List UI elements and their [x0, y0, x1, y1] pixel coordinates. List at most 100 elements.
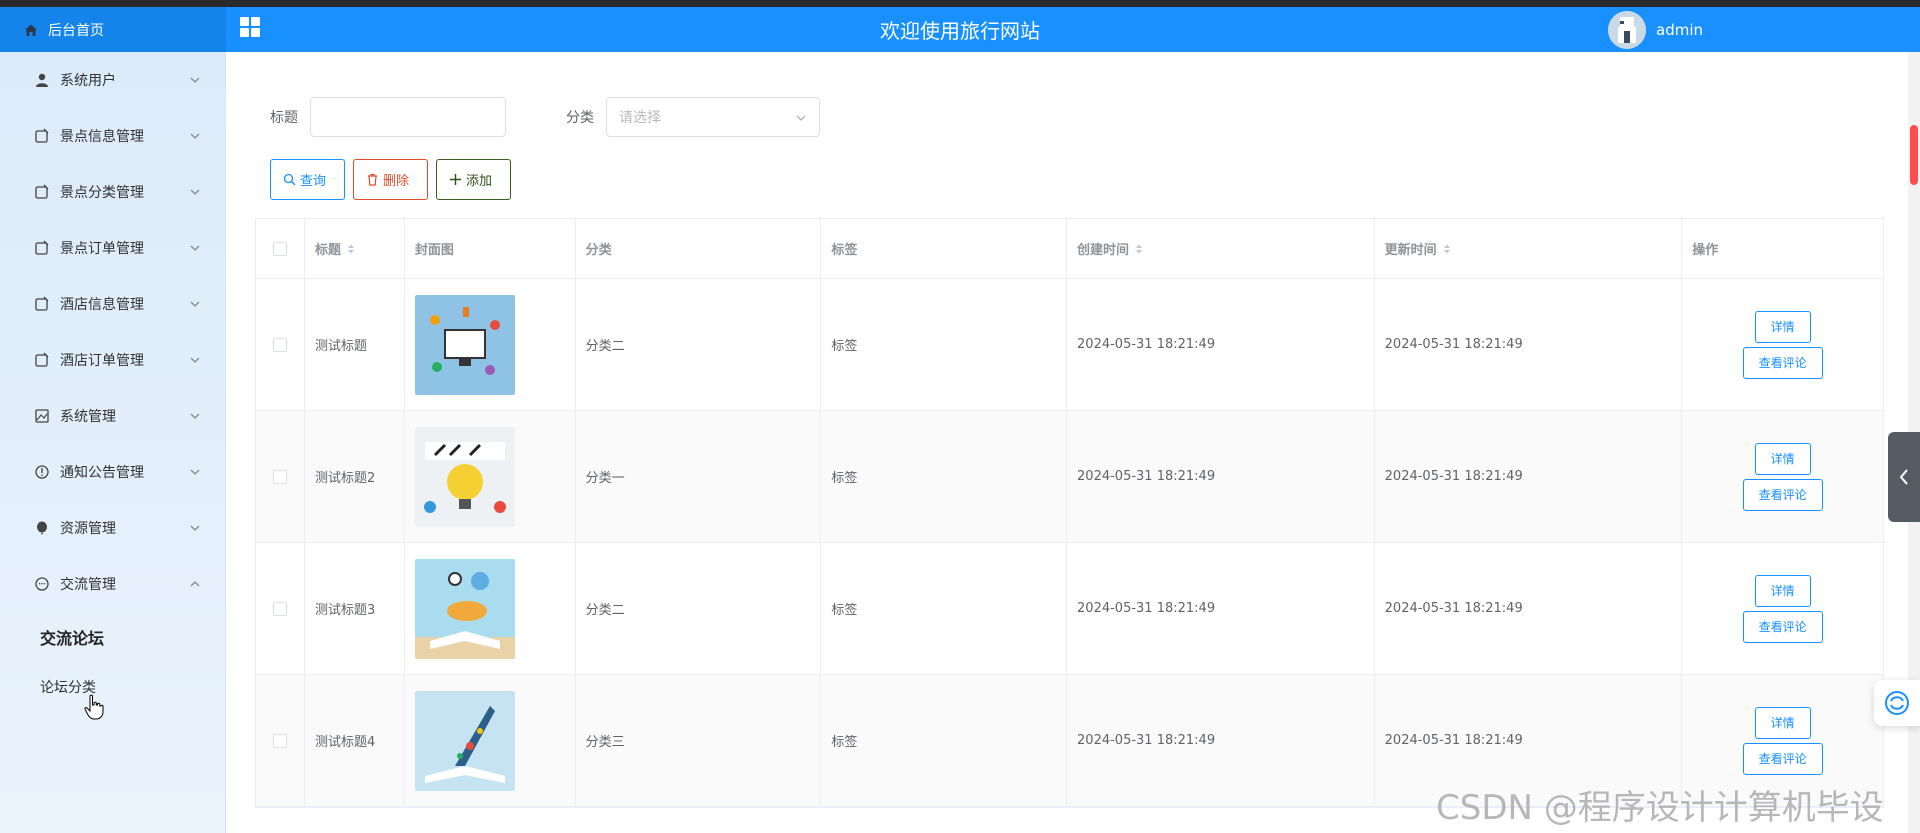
user-menu[interactable]: admin	[1608, 7, 1703, 52]
cell-title: 测试标题4	[305, 675, 405, 806]
header-updated[interactable]: 更新时间	[1375, 219, 1683, 278]
cover-image-icon[interactable]	[414, 294, 515, 395]
cell-tag: 标签	[821, 279, 1068, 410]
sidebar-item-label: 资源管理	[60, 521, 116, 537]
chevron-up-icon	[190, 581, 200, 587]
sidebar-item-hotel-info[interactable]: 酒店信息管理	[0, 276, 225, 332]
row-checkbox-cell	[256, 411, 305, 542]
view-comments-button[interactable]: 查看评论	[1742, 478, 1823, 511]
search-icon	[283, 173, 296, 186]
detail-button[interactable]: 详情	[1754, 442, 1811, 475]
query-button[interactable]: 查询	[270, 159, 345, 200]
side-panel-toggle[interactable]	[1888, 432, 1920, 522]
header-checkbox-cell	[256, 219, 305, 278]
sidebar-item-system-users[interactable]: 系统用户	[0, 52, 225, 108]
cell-category: 分类三	[576, 675, 822, 806]
header-label: 创建时间	[1077, 243, 1130, 258]
balloon-icon	[37, 521, 47, 535]
chevron-down-icon	[190, 245, 200, 251]
delete-button[interactable]: 删除	[353, 159, 428, 200]
cover-image-icon[interactable]	[414, 690, 515, 791]
view-comments-button[interactable]: 查看评论	[1742, 346, 1823, 379]
sort-icon[interactable]	[1443, 243, 1451, 255]
row-checkbox[interactable]	[272, 733, 287, 748]
header-label: 标题	[314, 243, 341, 258]
sidebar-item-label: 通知公告管理	[60, 465, 144, 481]
sidebar-item-resource-management[interactable]: 资源管理	[0, 500, 225, 556]
watermark: CSDN @程序设计计算机毕设	[1436, 788, 1884, 828]
cell-cover	[405, 279, 576, 410]
collapse-menu-icon[interactable]	[238, 15, 262, 39]
sidebar-item-hotel-orders[interactable]: 酒店订单管理	[0, 332, 225, 388]
cover-image-icon[interactable]	[414, 558, 515, 659]
row-checkbox[interactable]	[272, 601, 287, 616]
header-label: 分类	[585, 243, 612, 258]
sidebar-item-scenic-orders[interactable]: 景点订单管理	[0, 220, 225, 276]
chat-icon	[35, 577, 49, 591]
row-checkbox[interactable]	[272, 469, 287, 484]
cover-image-icon[interactable]	[414, 426, 515, 527]
sidebar-item-communication-management[interactable]: 交流管理	[0, 556, 225, 612]
cell-title: 测试标题	[305, 279, 405, 410]
cell-tag: 标签	[821, 411, 1068, 542]
chevron-down-icon	[190, 357, 200, 363]
header-created[interactable]: 创建时间	[1067, 219, 1375, 278]
cell-created: 2024-05-31 18:21:49	[1067, 675, 1375, 806]
sidebar-subitem-forum[interactable]: 交流论坛	[0, 612, 225, 662]
sort-icon[interactable]	[347, 243, 355, 255]
sync-icon	[1885, 691, 1909, 715]
sort-icon[interactable]	[1135, 243, 1143, 255]
chevron-down-icon	[190, 301, 200, 307]
sidebar-item-label: 景点分类管理	[60, 185, 144, 201]
header-label: 标签	[831, 243, 858, 258]
sidebar-item-notice-management[interactable]: 通知公告管理	[0, 444, 225, 500]
sidebar-item-scenic-info[interactable]: 景点信息管理	[0, 108, 225, 164]
header-label: 封面图	[414, 243, 454, 258]
cell-category: 分类二	[576, 543, 822, 674]
cell-actions: 详情 查看评论	[1682, 543, 1883, 674]
sidebar-item-system-management[interactable]: 系统管理	[0, 388, 225, 444]
detail-button[interactable]: 详情	[1754, 574, 1811, 607]
row-checkbox[interactable]	[272, 337, 287, 352]
trash-icon	[368, 173, 377, 186]
header-actions: 操作	[1682, 219, 1883, 278]
floating-assistant-button[interactable]	[1874, 680, 1920, 726]
row-checkbox-cell	[256, 279, 305, 410]
cell-updated: 2024-05-31 18:21:49	[1375, 279, 1683, 410]
sidebar-subitem-forum-category[interactable]: 论坛分类	[0, 662, 225, 712]
add-button[interactable]: 添加	[436, 159, 511, 200]
data-table: 标题 封面图 分类 标签 创建时间 更新时间 操作 测试标题 分类二 标签 20…	[255, 218, 1884, 808]
detail-button[interactable]: 详情	[1754, 706, 1811, 739]
category-select[interactable]: 请选择	[606, 97, 820, 137]
chevron-down-icon	[190, 469, 200, 475]
delete-button-label: 删除	[383, 174, 410, 189]
header-title[interactable]: 标题	[305, 219, 405, 278]
header-label: 操作	[1692, 243, 1719, 258]
sidebar-item-label: 景点信息管理	[60, 129, 144, 145]
chevron-left-icon	[1899, 469, 1908, 485]
cell-cover	[405, 543, 576, 674]
cell-actions: 详情 查看评论	[1682, 411, 1883, 542]
select-all-checkbox[interactable]	[272, 241, 287, 256]
chevron-down-icon	[796, 115, 806, 121]
detail-button[interactable]: 详情	[1754, 310, 1811, 343]
sidebar-item-label: 酒店订单管理	[60, 353, 144, 369]
header-cover: 封面图	[405, 219, 576, 278]
sidebar-item-label: 景点订单管理	[60, 241, 144, 257]
sidebar-item-scenic-category[interactable]: 景点分类管理	[0, 164, 225, 220]
view-comments-button[interactable]: 查看评论	[1742, 610, 1823, 643]
title-filter-label: 标题	[270, 110, 298, 126]
doc-icon	[35, 352, 49, 367]
header-tag: 标签	[821, 219, 1068, 278]
home-label: 后台首页	[48, 22, 104, 39]
sidebar-item-label: 系统管理	[60, 409, 116, 425]
sidebar-item-label: 酒店信息管理	[60, 297, 144, 313]
cell-created: 2024-05-31 18:21:49	[1067, 543, 1375, 674]
cell-title: 测试标题2	[305, 411, 405, 542]
home-link[interactable]: 后台首页	[0, 7, 226, 52]
cell-cover	[405, 675, 576, 806]
view-comments-button[interactable]: 查看评论	[1742, 742, 1823, 775]
scrollbar-thumb[interactable]	[1910, 125, 1918, 185]
cell-updated: 2024-05-31 18:21:49	[1375, 543, 1683, 674]
title-search-input[interactable]	[310, 97, 506, 137]
